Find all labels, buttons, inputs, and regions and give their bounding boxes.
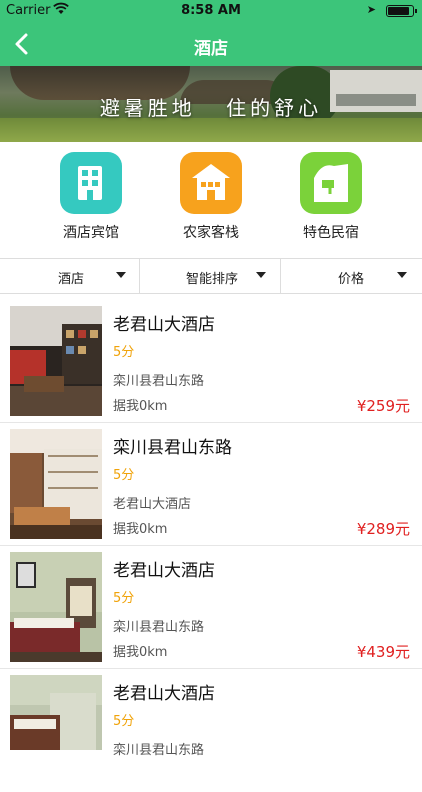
filter-sort-label: 智能排序 bbox=[186, 272, 239, 287]
banner-slogan: 避暑胜地 住的舒心 bbox=[99, 96, 323, 120]
hotel-name: 老君山大酒店 bbox=[113, 561, 215, 581]
banner-lawn-image bbox=[0, 118, 422, 142]
dropdown-arrow-icon bbox=[256, 272, 266, 278]
hotel-address: 栾川县君山东路 bbox=[113, 743, 205, 758]
category-farmhouse[interactable]: 农家客栈 bbox=[151, 152, 271, 242]
hotel-price: ¥259元 bbox=[356, 397, 410, 415]
filter-type-dropdown[interactable]: 酒店 bbox=[0, 259, 140, 293]
navigation-bar: 酒店 bbox=[0, 22, 422, 66]
filter-price-dropdown[interactable]: 价格 bbox=[281, 259, 422, 293]
hotel-price: ¥439元 bbox=[356, 643, 410, 661]
filter-type-label: 酒店 bbox=[58, 272, 85, 287]
hotel-list-item[interactable]: 栾川县君山东路 5分 老君山大酒店 据我0km ¥289元 bbox=[0, 423, 422, 546]
status-bar: Carrier 8:58 AM ➤ bbox=[0, 0, 422, 22]
hotel-address: 栾川县君山东路 bbox=[113, 620, 205, 635]
hotel-name: 老君山大酒店 bbox=[113, 315, 215, 335]
filter-price-label: 价格 bbox=[338, 272, 365, 287]
hotel-score: 5分 bbox=[113, 345, 135, 360]
category-farmhouse-label: 农家客栈 bbox=[183, 225, 239, 241]
hotel-name: 老君山大酒店 bbox=[113, 684, 215, 704]
homestay-icon bbox=[300, 152, 362, 214]
hotel-list-item[interactable]: 老君山大酒店 5分 栾川县君山东路 据我0km ¥439元 bbox=[0, 546, 422, 669]
farmhouse-icon bbox=[180, 152, 242, 214]
category-hotel-label: 酒店宾馆 bbox=[63, 225, 119, 241]
hotel-distance: 据我0km bbox=[113, 645, 168, 660]
hotel-photo bbox=[10, 675, 102, 750]
category-homestay[interactable]: 特色民宿 bbox=[271, 152, 391, 242]
promo-banner[interactable]: 避暑胜地 住的舒心 bbox=[0, 66, 422, 142]
hotel-name: 栾川县君山东路 bbox=[113, 438, 232, 458]
hotel-photo bbox=[10, 429, 102, 539]
hotel-score: 5分 bbox=[113, 468, 135, 483]
hotel-score: 5分 bbox=[113, 591, 135, 606]
filter-sort-dropdown[interactable]: 智能排序 bbox=[140, 259, 281, 293]
filter-bar: 酒店 智能排序 价格 bbox=[0, 258, 422, 294]
hotel-building-icon bbox=[60, 152, 122, 214]
dropdown-arrow-icon bbox=[116, 272, 126, 278]
hotel-price: ¥289元 bbox=[356, 520, 410, 538]
category-homestay-label: 特色民宿 bbox=[303, 225, 359, 241]
clock: 8:58 AM bbox=[181, 3, 241, 18]
hotel-distance: 据我0km bbox=[113, 522, 168, 537]
hotel-address: 老君山大酒店 bbox=[113, 497, 192, 512]
battery-icon bbox=[386, 5, 417, 17]
location-arrow-icon: ➤ bbox=[366, 3, 376, 16]
page-title: 酒店 bbox=[194, 39, 228, 59]
dropdown-arrow-icon bbox=[397, 272, 407, 278]
category-menu: 酒店宾馆 农家客栈 特色民宿 bbox=[0, 142, 422, 252]
hotel-photo bbox=[10, 552, 102, 662]
hotel-list-item[interactable]: 老君山大酒店 5分 栾川县君山东路 据我0km ¥259元 bbox=[0, 300, 422, 423]
hotel-score: 5分 bbox=[113, 714, 135, 729]
hotel-list-item[interactable]: 老君山大酒店 5分 栾川县君山东路 bbox=[0, 669, 422, 792]
hotel-distance: 据我0km bbox=[113, 399, 168, 414]
hotel-photo bbox=[10, 306, 102, 416]
hotel-address: 栾川县君山东路 bbox=[113, 374, 205, 389]
category-hotel[interactable]: 酒店宾馆 bbox=[31, 152, 151, 242]
